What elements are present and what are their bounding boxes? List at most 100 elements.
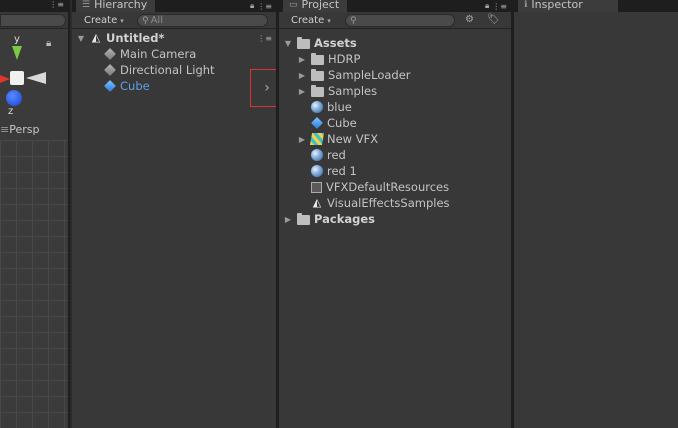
tab-project[interactable]: ▭ Project <box>283 0 348 12</box>
project-item-label: HDRP <box>328 52 361 66</box>
project-item-label: blue <box>327 100 352 114</box>
material-sphere-icon <box>311 149 323 161</box>
project-item-label: VFXDefaultResources <box>326 180 450 194</box>
collapse-arrow-icon[interactable]: ▼ <box>283 39 293 48</box>
scene-view[interactable]: ⋮≡ y 🔒︎ z ≡Persp <box>0 0 70 428</box>
tab-hierarchy-label: Hierarchy <box>94 0 148 11</box>
folder-icon <box>311 85 324 97</box>
folder-icon <box>311 69 324 81</box>
project-item-label: Cube <box>327 116 357 130</box>
vfx-graph-icon <box>309 133 325 145</box>
lock-icon[interactable]: 🔒︎ <box>46 38 51 49</box>
search-icon: ⚲ <box>350 15 357 26</box>
hierarchy-create-button[interactable]: Create ▾ <box>78 14 130 27</box>
project-item-vfxdefaultresources[interactable]: VFXDefaultResources <box>311 179 449 195</box>
axis-z-sphere[interactable] <box>6 90 22 106</box>
gameobject-icon <box>104 48 116 60</box>
project-item-red[interactable]: red <box>311 147 346 163</box>
lock-icon[interactable]: 🔒︎ <box>250 1 254 11</box>
project-tab-tools: 🔒︎ ⋮≡ <box>485 0 507 12</box>
packages-root-label: Packages <box>314 212 375 226</box>
project-item-blue[interactable]: blue <box>311 99 352 115</box>
scene-grid <box>0 140 68 428</box>
cube-icon <box>104 80 116 92</box>
create-label: Create <box>291 15 325 26</box>
project-assets-root[interactable]: ▼ Assets <box>283 35 357 51</box>
expand-arrow-icon[interactable]: ▶ <box>297 135 307 144</box>
expand-arrow-icon[interactable]: ▶ <box>297 87 307 96</box>
panel-menu-icon[interactable]: ⋮≡ <box>49 0 64 9</box>
axis-y-cone[interactable] <box>12 46 22 60</box>
scene-name: Untitled* <box>106 31 165 45</box>
hierarchy-item-label: Directional Light <box>120 63 215 77</box>
hierarchy-item-cube[interactable]: Cube <box>104 78 150 94</box>
project-tabbar: ▭ Project 🔒︎ ⋮≡ <box>279 0 511 12</box>
scene-toolbar <box>0 12 68 29</box>
project-item-cube[interactable]: Cube <box>311 115 357 131</box>
tab-inspector[interactable]: ℹ Inspector <box>518 0 618 12</box>
project-item-visualeffectssamples[interactable]: ◭ VisualEffectsSamples <box>311 195 450 211</box>
collapse-arrow-icon[interactable]: ▼ <box>76 34 86 43</box>
project-item-label: VisualEffectsSamples <box>327 196 450 210</box>
folder-icon <box>297 213 310 225</box>
project-search-field[interactable] <box>358 15 454 26</box>
project-packages-root[interactable]: ▶ Packages <box>283 211 375 227</box>
axis-y-label: y <box>14 34 20 45</box>
chevron-right-icon[interactable]: › <box>264 80 270 96</box>
hierarchy-item-label: Main Camera <box>120 47 197 61</box>
hierarchy-panel: ☰ Hierarchy 🔒︎ ⋮≡ Create ▾ ⚲ ▼ ◭ Untitle… <box>72 0 284 428</box>
panel-menu-icon[interactable]: ⋮≡ <box>492 2 507 11</box>
hierarchy-tabbar: ☰ Hierarchy 🔒︎ ⋮≡ <box>72 0 276 12</box>
axis-x-cone[interactable] <box>0 75 10 83</box>
persp-toggle[interactable]: ≡Persp <box>0 123 39 136</box>
hierarchy-item-main-camera[interactable]: Main Camera <box>104 46 196 62</box>
persp-lines-icon: ≡ <box>0 123 10 136</box>
project-item-hdrp[interactable]: ▶ HDRP <box>297 51 361 67</box>
project-search-input[interactable]: ⚲ <box>345 14 455 27</box>
list-icon: ☰ <box>82 0 91 10</box>
lock-icon[interactable]: 🔒︎ <box>485 1 489 11</box>
folder-icon <box>311 53 324 65</box>
dropdown-caret-icon: ▾ <box>327 16 331 25</box>
tab-project-label: Project <box>301 0 340 11</box>
scene-menu-icon[interactable]: ⋮≡ <box>257 34 272 43</box>
hierarchy-item-label: Cube <box>120 79 150 93</box>
hierarchy-search-input[interactable]: ⚲ <box>137 14 268 27</box>
hierarchy-item-directional-light[interactable]: Directional Light <box>104 62 215 78</box>
project-toolbar: Create ▾ ⚲ ⚙ 🏷︎ <box>279 12 511 29</box>
project-create-button[interactable]: Create ▾ <box>285 14 337 27</box>
search-by-label-icon[interactable]: 🏷︎ <box>487 14 500 25</box>
tab-hierarchy[interactable]: ☰ Hierarchy <box>76 0 156 12</box>
project-item-label: red <box>327 148 346 162</box>
expand-arrow-icon[interactable]: ▶ <box>297 55 307 64</box>
axis-neg-x-cone[interactable] <box>26 72 46 84</box>
gameobject-icon <box>104 64 116 76</box>
hierarchy-toolbar: Create ▾ ⚲ <box>72 12 276 29</box>
expand-arrow-icon[interactable]: ▶ <box>297 71 307 80</box>
asset-file-icon <box>311 181 322 193</box>
project-panel: ▭ Project 🔒︎ ⋮≡ Create ▾ ⚲ ⚙ 🏷︎ ▼ Assets… <box>279 0 511 428</box>
gizmo-center-cube[interactable] <box>10 71 24 85</box>
project-item-samples[interactable]: ▶ Samples <box>297 83 377 99</box>
panel-menu-icon[interactable]: ⋮≡ <box>257 2 272 11</box>
persp-label: Persp <box>9 123 40 136</box>
material-sphere-icon <box>311 101 323 113</box>
scene-search-input[interactable] <box>0 14 66 27</box>
project-item-label: SampleLoader <box>328 68 411 82</box>
search-by-type-icon[interactable]: ⚙ <box>465 14 474 25</box>
search-icon: ⚲ <box>142 15 149 26</box>
expand-arrow-icon[interactable]: ▶ <box>283 215 293 224</box>
folder-tab-icon: ▭ <box>289 0 298 10</box>
info-icon: ℹ <box>524 0 528 10</box>
project-item-sampleloader[interactable]: ▶ SampleLoader <box>297 67 411 83</box>
scene-gizmo[interactable]: y 🔒︎ z <box>0 32 68 118</box>
project-item-new-vfx[interactable]: ▶ New VFX <box>297 131 378 147</box>
hierarchy-scene-row[interactable]: ▼ ◭ Untitled* ⋮≡ <box>76 30 272 46</box>
project-item-label: red 1 <box>327 164 357 178</box>
hierarchy-tab-tools: 🔒︎ ⋮≡ <box>250 0 272 12</box>
inspector-tabbar: ℹ Inspector <box>514 0 678 12</box>
project-item-red-1[interactable]: red 1 <box>311 163 357 179</box>
scene-tabbar: ⋮≡ <box>0 0 68 12</box>
unity-scene-icon: ◭ <box>312 196 322 209</box>
hierarchy-search-field[interactable] <box>150 15 267 26</box>
